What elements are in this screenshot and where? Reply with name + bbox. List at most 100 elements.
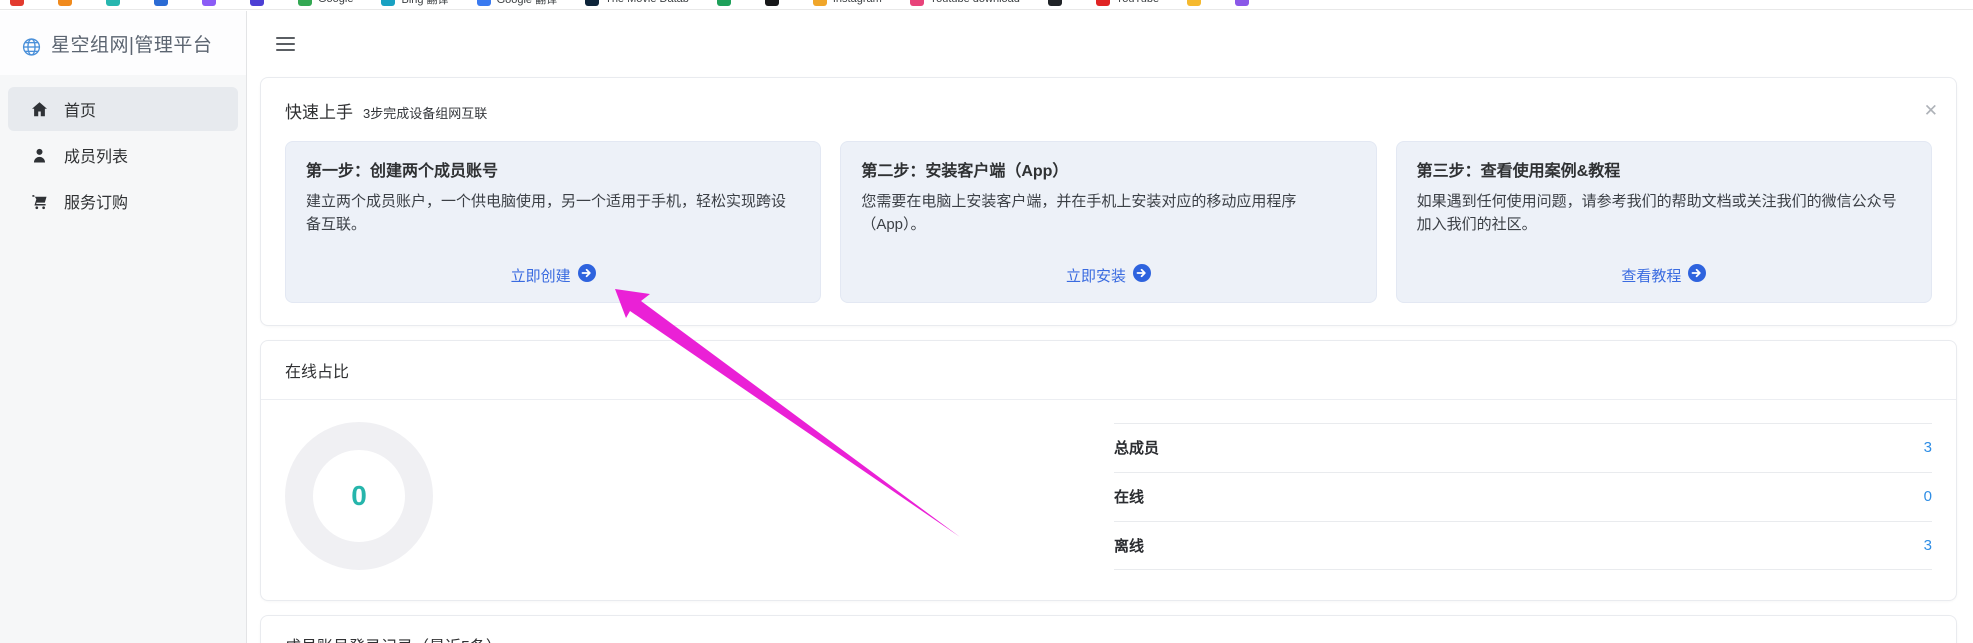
donut-chart: 0 [285,422,433,570]
sidebar: 星空组网|管理平台 首页 成员列表 服务订购 [0,11,247,643]
login-records-title: 成员账号登录记录（最近5条） [261,616,1956,643]
stat-label: 总成员 [1114,440,1160,457]
step-card-2: 第二步：安装客户端（App） 您需要在电脑上安装客户端，并在手机上安装对应的移动… [840,141,1377,303]
step-body: 如果遇到任何使用问题，请参考我们的帮助文档或关注我们的微信公众号加入我们的社区。 [1416,193,1897,234]
online-ratio-title: 在线占比 [261,341,1956,400]
content: 快速上手 3步完成设备组网互联 ✕ 第一步：创建两个成员账号 建立两个成员账户，… [247,77,1973,643]
browser-bookmarks-bar: Google Bing 翻译 Google 翻译 The Movie Datab Ins… [0,0,1973,10]
bookmark-item[interactable] [1047,0,1068,6]
bookmark-favicon-icon [476,0,491,6]
bookmark-item[interactable] [10,0,30,6]
sidebar-item-label: 首页 [64,103,97,120]
bookmark-item[interactable] [106,0,126,6]
bookmark-label: The Movie Datab [605,0,689,5]
create-now-link[interactable]: 立即创建 [306,264,800,286]
step-title: 第一步：创建两个成员账号 [306,163,499,180]
install-now-link[interactable]: 立即安装 [861,264,1355,286]
sidebar-item-orders[interactable]: 服务订购 [8,179,238,223]
quick-start-header: 快速上手 3步完成设备组网互联 [261,78,1956,139]
bookmark-item[interactable]: Youtube download [909,0,1020,6]
steps-row: 第一步：创建两个成员账号 建立两个成员账户，一个供电脑使用，另一个适用于手机，轻… [261,139,1956,325]
arrow-circle-icon [1133,264,1151,286]
bookmark-favicon-icon [812,0,827,6]
bookmark-favicon-icon [250,0,264,6]
sidebar-item-label: 成员列表 [64,149,129,166]
bookmark-item[interactable] [1235,0,1255,6]
brand: 星空组网|管理平台 [0,11,246,75]
main-area: 快速上手 3步完成设备组网互联 ✕ 第一步：创建两个成员账号 建立两个成员账户，… [247,11,1973,643]
bookmark-item[interactable] [202,0,222,6]
user-icon [30,146,49,165]
bookmark-favicon-icon [106,0,120,6]
bookmark-item[interactable] [250,0,270,6]
stat-row-total: 总成员 3 [1114,422,1932,472]
bookmark-favicon-icon [716,0,731,6]
topbar [247,11,1973,77]
home-icon [30,100,49,119]
bookmark-favicon-icon [1235,0,1250,6]
view-tutorial-link[interactable]: 查看教程 [1417,264,1911,286]
brand-title: 星空组网|管理平台 [51,34,213,56]
stat-label: 离线 [1114,537,1145,555]
app-window: 星空组网|管理平台 首页 成员列表 服务订购 快速上手 3步完成设备组网互联 ✕… [0,11,1973,643]
stat-label: 在线 [1114,489,1145,506]
bookmark-favicon-icon [381,0,396,6]
stats-list: 总成员 3 在线 0 离线 3 [1114,422,1932,570]
quick-start-subtitle: 3步完成设备组网互联 [363,106,488,121]
stat-row-offline: 离线 3 [1114,520,1932,570]
close-icon[interactable]: ✕ [1924,102,1938,119]
quick-start-title: 快速上手 [285,103,353,122]
bookmark-favicon-icon [298,0,312,6]
bookmark-favicon-icon [909,0,924,6]
step-title: 第三步：查看使用案例&教程 [1416,163,1621,180]
login-records-card: 成员账号登录记录（最近5条） [260,615,1957,643]
bookmark-favicon-icon [1187,0,1202,6]
sidebar-nav: 首页 成员列表 服务订购 [0,75,246,223]
bookmark-favicon-icon [1095,0,1110,6]
quick-start-card: 快速上手 3步完成设备组网互联 ✕ 第一步：创建两个成员账号 建立两个成员账户，… [260,77,1957,326]
link-label: 立即安装 [1065,267,1126,285]
stat-value: 3 [1923,439,1932,456]
bookmark-item[interactable]: Bing 翻译 [381,0,449,7]
bookmark-label: Instagram [833,0,882,5]
bookmark-item[interactable] [58,0,78,6]
bookmark-item[interactable] [154,0,174,6]
bookmark-item[interactable]: Instagram [812,0,882,6]
bookmark-item[interactable]: The Movie Datab [585,0,689,6]
bookmark-favicon-icon [154,0,168,6]
bookmark-item[interactable] [716,0,737,6]
bookmark-favicon-icon [58,0,72,6]
bookmark-item[interactable] [764,0,785,6]
stat-value: 3 [1923,536,1932,554]
globe-logo-icon [22,34,41,56]
bookmark-favicon-icon [585,0,600,6]
online-ratio-card: 在线占比 0 总成员 3 在线 0 离线 3 [260,340,1957,601]
online-ratio-body: 0 总成员 3 在线 0 离线 3 [261,400,1956,600]
bookmark-favicon-icon [202,0,216,6]
arrow-circle-icon [1688,264,1707,286]
bookmark-favicon-icon [10,0,24,6]
stat-row-online: 在线 0 [1114,471,1932,521]
bookmark-item[interactable] [1187,0,1207,6]
sidebar-toggle-icon[interactable] [276,33,295,55]
bookmark-favicon-icon [1047,0,1062,6]
step-body: 建立两个成员账户，一个供电脑使用，另一个适用于手机，轻松实现跨设备互联。 [306,193,787,234]
screen: Google Bing 翻译 Google 翻译 The Movie Datab Ins… [0,0,1973,643]
bookmark-label: Bing 翻译 [401,0,449,6]
bookmark-label: Youtube download [930,0,1020,5]
bookmark-item[interactable]: Google 翻译 [476,0,558,7]
step-card-1: 第一步：创建两个成员账号 建立两个成员账户，一个供电脑使用，另一个适用于手机，轻… [285,141,822,303]
sidebar-item-label: 服务订购 [64,195,129,212]
sidebar-item-members[interactable]: 成员列表 [8,133,238,177]
cart-icon [30,192,49,211]
bookmarks-row: Google Bing 翻译 Google 翻译 The Movie Datab Ins… [10,0,1255,7]
arrow-circle-icon [577,264,596,286]
link-label: 查看教程 [1621,267,1682,285]
bookmark-favicon-icon [764,0,779,6]
stat-value: 0 [1923,488,1932,505]
bookmark-item[interactable]: YouTube [1095,0,1159,6]
bookmark-label: Google 翻译 [496,0,558,6]
sidebar-item-home[interactable]: 首页 [8,87,238,131]
step-card-3: 第三步：查看使用案例&教程 如果遇到任何使用问题，请参考我们的帮助文档或关注我们… [1395,141,1932,303]
bookmark-item[interactable]: Google [298,0,353,6]
